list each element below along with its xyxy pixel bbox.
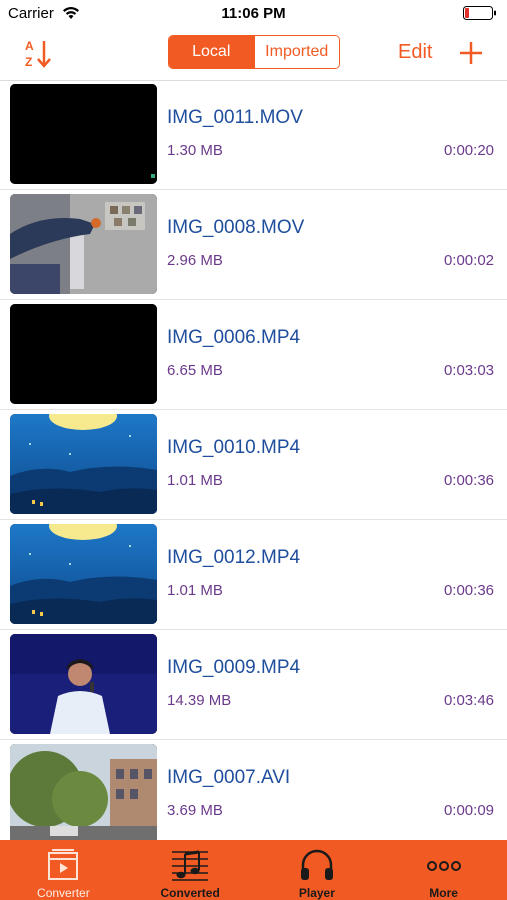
video-thumbnail <box>10 744 157 840</box>
file-size: 14.39 MB <box>167 692 232 709</box>
segment-imported[interactable]: Imported <box>253 36 339 68</box>
more-dots-icon <box>425 847 463 883</box>
file-name: IMG_0012.MP4 <box>167 547 301 568</box>
file-size: 2.96 MB <box>167 252 223 269</box>
tab-converted[interactable]: Converted <box>127 840 254 900</box>
source-segmented-control: Local Imported <box>168 35 340 69</box>
file-size: 3.69 MB <box>167 802 223 819</box>
svg-text:A: A <box>25 39 34 53</box>
video-thumbnail <box>10 304 157 404</box>
video-thumbnail <box>10 414 157 514</box>
list-item[interactable]: IMG_0007.AVI 3.69 MB 0:00:09 <box>0 740 507 840</box>
video-thumbnail <box>10 634 157 734</box>
tab-player[interactable]: Player <box>254 840 381 900</box>
sort-az-icon[interactable]: A Z <box>22 37 60 71</box>
plus-icon[interactable] <box>458 40 484 66</box>
file-duration: 0:03:03 <box>443 362 494 379</box>
file-duration: 0:00:09 <box>443 802 494 819</box>
list-item[interactable]: IMG_0010.MP4 1.01 MB 0:00:36 <box>0 410 507 520</box>
file-duration: 0:00:02 <box>443 252 494 269</box>
battery-icon <box>463 6 497 20</box>
video-thumbnail <box>10 84 157 184</box>
file-duration: 0:03:46 <box>443 692 494 709</box>
video-thumbnail <box>10 194 157 294</box>
file-name: IMG_0011.MOV <box>167 107 303 128</box>
tab-label: Player <box>298 886 335 900</box>
file-size: 1.30 MB <box>167 142 223 159</box>
list-item[interactable]: IMG_0012.MP4 1.01 MB 0:00:36 <box>0 520 507 630</box>
list-item[interactable]: IMG_0009.MP4 14.39 MB 0:03:46 <box>0 630 507 740</box>
headphones-icon <box>298 847 336 883</box>
file-name: IMG_0010.MP4 <box>167 437 301 458</box>
tab-more[interactable]: More <box>380 840 507 900</box>
segment-local[interactable]: Local <box>169 36 254 68</box>
music-notes-icon <box>170 847 210 883</box>
file-size: 1.01 MB <box>167 582 223 599</box>
file-size: 6.65 MB <box>167 362 223 379</box>
video-file-icon <box>45 847 81 883</box>
edit-button[interactable]: Edit <box>398 41 432 64</box>
list-item[interactable]: IMG_0008.MOV 2.96 MB 0:00:02 <box>0 190 507 300</box>
status-bar: Carrier 11:06 PM <box>0 0 507 28</box>
video-thumbnail <box>10 524 157 624</box>
svg-text:Z: Z <box>25 55 32 69</box>
file-name: IMG_0009.MP4 <box>167 657 301 678</box>
file-duration: 0:00:20 <box>443 142 494 159</box>
tab-label: Converted <box>160 886 220 900</box>
file-size: 1.01 MB <box>167 472 223 489</box>
file-list: IMG_0011.MOV 1.30 MB 0:00:20 IMG_0008.MO… <box>0 80 507 840</box>
file-duration: 0:00:36 <box>443 582 494 599</box>
file-name: IMG_0007.AVI <box>167 767 291 788</box>
tab-label: More <box>429 886 458 900</box>
list-item[interactable]: IMG_0011.MOV 1.30 MB 0:00:20 <box>0 80 507 190</box>
clock: 11:06 PM <box>221 5 286 22</box>
file-duration: 0:00:36 <box>443 472 494 489</box>
file-name: IMG_0006.MP4 <box>167 327 301 348</box>
list-item[interactable]: IMG_0006.MP4 6.65 MB 0:03:03 <box>0 300 507 410</box>
file-name: IMG_0008.MOV <box>167 217 305 238</box>
nav-bar: A Z Local Imported Edit <box>0 28 507 81</box>
tab-converter[interactable]: Converter <box>0 840 127 900</box>
tab-bar: Converter Converted Player More <box>0 840 507 900</box>
tab-label: Converter <box>37 886 90 900</box>
